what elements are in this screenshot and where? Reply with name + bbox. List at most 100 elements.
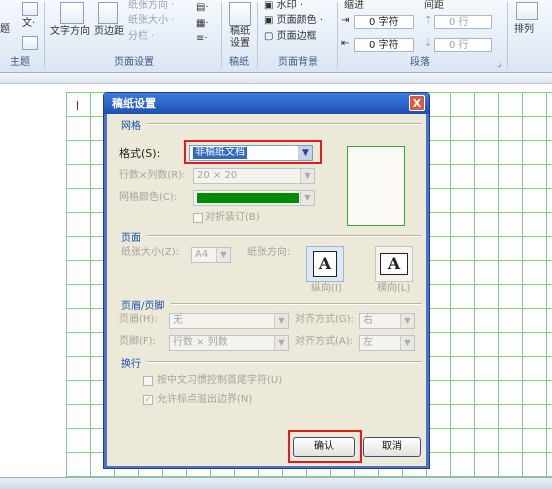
theme-fonts-button[interactable]: 文· [22, 18, 35, 30]
chevron-down-icon[interactable]: ▼ [274, 336, 288, 350]
chevron-down-icon[interactable]: ▼ [274, 314, 288, 328]
divider [147, 123, 422, 125]
manuscript-group-label: 稿纸 [229, 57, 249, 68]
grid-section-heading: 网格 [121, 121, 141, 132]
paragraph-dialog-launcher-icon[interactable]: ⌟ [497, 58, 502, 70]
wrap-option2-label: 允许标点溢出边界(N) [157, 394, 253, 405]
ribbon-separator [337, 2, 338, 68]
footer-value: 行数 × 列数 [173, 337, 228, 348]
header-footer-section-heading: 页眉/页脚 [121, 301, 165, 312]
footer-align-select[interactable]: 左 ▼ [359, 335, 415, 351]
manuscript-settings-dialog: 稿纸设置 X 网格 格式(S): 非稿纸文档 ▼ 行数×列数(R): 20 × … [103, 92, 430, 469]
landscape-page-icon: A [380, 253, 408, 275]
page-color-icon: ▣ [264, 15, 277, 26]
ribbon: 题 文· 主题 文字方向 页边距 纸张方向 · 纸张大小 · 分栏 · ▤· ▦… [0, 0, 552, 73]
rows-cols-select[interactable]: 20 × 20 ▼ [193, 168, 315, 184]
text-direction-button[interactable]: 文字方向 [50, 26, 90, 38]
chevron-down-icon[interactable]: ▼ [300, 169, 314, 183]
paragraph-group-label: 段落 [410, 57, 430, 68]
indent-left-icon: ⇥ [341, 15, 350, 26]
header-align-label: 对齐方式(G): [295, 314, 354, 325]
page-color-label: 页面颜色 · [276, 15, 323, 26]
page-background-group-label: 页面背景 [278, 57, 318, 68]
chevron-down-icon[interactable]: ▼ [216, 248, 230, 262]
paper-size-select[interactable]: A4 ▼ [191, 247, 231, 263]
indent-right-spinner[interactable]: 0 字符 [354, 38, 414, 52]
grid-color-select[interactable]: ▼ [193, 190, 315, 206]
header-align-value: 右 [363, 315, 373, 326]
header-value: 无 [173, 315, 183, 326]
header-label: 页眉(H): [119, 314, 158, 325]
indent-label: 缩进 [344, 0, 364, 11]
orientation-label: 纸张方向: [247, 247, 291, 258]
chevron-down-icon[interactable]: ▼ [300, 191, 314, 205]
portrait-option[interactable]: A [306, 246, 344, 282]
theme-button[interactable]: 题 [0, 24, 10, 36]
watermark-button[interactable]: ▣ 水印 · [264, 0, 303, 12]
footer-align-value: 左 [363, 337, 373, 348]
text-direction-icon [60, 2, 84, 24]
fold-binding-checkbox[interactable] [193, 213, 203, 223]
manuscript-icon [229, 2, 251, 26]
spacing-before-spinner[interactable]: 0 行 [434, 15, 492, 29]
format-highlight-box [184, 140, 322, 164]
portrait-label: 纵向(I) [311, 283, 342, 294]
ribbon-separator [257, 2, 258, 68]
breaks-icon[interactable]: ▤· [196, 2, 209, 14]
ribbon-separator [221, 2, 222, 68]
dialog-body: 网格 格式(S): 非稿纸文档 ▼ 行数×列数(R): 20 × 20 ▼ 网格… [107, 114, 426, 466]
columns-button[interactable]: 分栏 · [128, 31, 154, 43]
page-border-icon: ▢ [264, 31, 277, 42]
horizontal-scrollbar[interactable] [0, 477, 552, 489]
grid-color-swatch [197, 193, 299, 203]
watermark-icon: ▣ [264, 0, 277, 11]
wrap-option1-label: 按中文习惯控制首尾字符(U) [157, 375, 283, 386]
theme-effects-icon[interactable] [22, 36, 38, 50]
themes-group-label: 主题 [10, 57, 30, 68]
header-select[interactable]: 无 ▼ [169, 313, 289, 329]
page-border-button[interactable]: ▢ 页面边框 [264, 31, 317, 43]
manuscript-settings-button[interactable]: 稿纸设置 [229, 26, 251, 50]
watermark-label: 水印 · [276, 0, 303, 11]
page-margins-button[interactable]: 页边距 [94, 26, 124, 38]
spacing-before-icon: ⇡ [424, 15, 433, 26]
wrap-option2-checkbox[interactable]: ✓ [143, 395, 153, 405]
grid-preview [347, 146, 405, 226]
chevron-down-icon[interactable]: ▼ [400, 314, 414, 328]
paper-size-value: A4 [195, 249, 209, 260]
paper-size-button[interactable]: 纸张大小 · [128, 15, 174, 27]
divider [147, 235, 422, 237]
portrait-page-icon: A [313, 251, 337, 277]
divider [171, 303, 422, 305]
footer-select[interactable]: 行数 × 列数 ▼ [169, 335, 289, 351]
rows-cols-label: 行数×列数(R): [119, 170, 186, 181]
indent-left-spinner[interactable]: 0 字符 [354, 15, 414, 29]
ruler [0, 73, 552, 84]
arrange-button[interactable]: 排列 [514, 24, 534, 36]
hyphenation-icon[interactable]: ≡· [196, 33, 208, 45]
chevron-down-icon[interactable]: ▼ [400, 336, 414, 350]
spacing-label: 间距 [424, 0, 444, 11]
header-align-select[interactable]: 右 ▼ [359, 313, 415, 329]
orientation-button[interactable]: 纸张方向 · [128, 0, 174, 12]
text-cursor-icon: ǀ [76, 100, 79, 111]
theme-colors-icon[interactable] [22, 2, 38, 16]
wrap-section-heading: 换行 [121, 359, 141, 370]
line-numbers-icon[interactable]: ▦· [196, 18, 209, 30]
arrange-icon [516, 2, 538, 20]
spacing-after-icon: ⇣ [424, 38, 433, 49]
page-margins-icon [98, 2, 118, 24]
landscape-option[interactable]: A [375, 246, 413, 282]
footer-align-label: 对齐方式(A): [295, 336, 354, 347]
cancel-button[interactable]: 取消 [363, 437, 421, 457]
wrap-option1-checkbox[interactable] [143, 376, 153, 386]
format-label: 格式(S): [119, 147, 161, 160]
page-color-button[interactable]: ▣ 页面颜色 · [264, 15, 323, 27]
page-section-heading: 页面 [121, 233, 141, 244]
spacing-after-spinner[interactable]: 0 行 [434, 38, 492, 52]
ribbon-separator [507, 2, 508, 68]
rows-cols-value: 20 × 20 [197, 170, 238, 181]
ribbon-separator [44, 2, 45, 68]
close-icon[interactable]: X [409, 95, 425, 111]
paper-size-label: 纸张大小(Z): [121, 247, 180, 258]
